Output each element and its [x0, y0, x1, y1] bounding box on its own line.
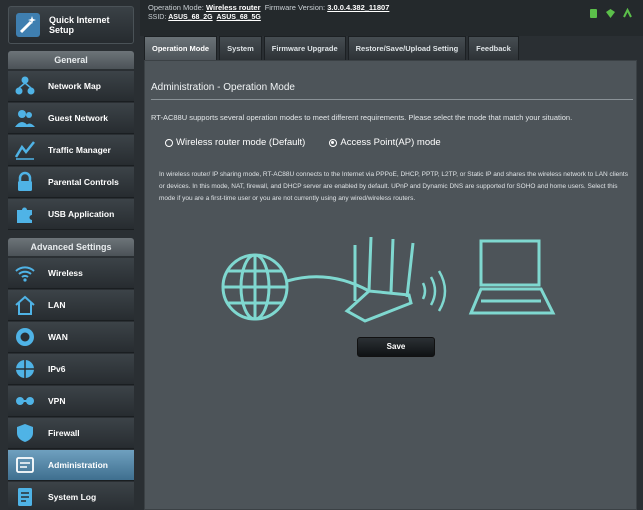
mode-access-point-radio[interactable]: Access Point(AP) mode — [329, 137, 441, 148]
sidebar-item-label: VPN — [48, 396, 66, 406]
globe-illustration-icon — [221, 253, 289, 321]
tab-restore-save-upload[interactable]: Restore/Save/Upload Setting — [347, 36, 467, 60]
sidebar: Quick Internet Setup General Network Map… — [4, 0, 136, 510]
sidebar-item-network-map[interactable]: Network Map — [8, 71, 134, 102]
radio-button-selected[interactable] — [329, 138, 338, 147]
op-mode-link[interactable]: Wireless router — [206, 3, 261, 12]
globe-icon — [16, 328, 34, 346]
page-title: Administration - Operation Mode — [151, 82, 295, 93]
wand-icon — [16, 13, 40, 37]
ssid-5g-value: ASUS_68_5G — [216, 14, 261, 21]
tab-firmware-upgrade[interactable]: Firmware Upgrade — [263, 36, 346, 60]
sidebar-item-label: Wireless — [48, 268, 83, 278]
sidebar-item-system-log[interactable]: System Log — [8, 482, 134, 510]
firmware-label: Firmware Version: — [264, 3, 326, 12]
sidebar-item-label: Network Map — [48, 81, 101, 91]
sidebar-item-label: WAN — [48, 332, 68, 342]
vpn-icon — [16, 397, 34, 405]
wifi-icon — [15, 266, 35, 282]
network-status-icon[interactable] — [605, 8, 616, 19]
sidebar-item-administration[interactable]: Administration — [8, 450, 134, 481]
header-status-icons — [588, 8, 633, 19]
usb-status-icon[interactable] — [588, 8, 599, 19]
tab-operation-mode[interactable]: Operation Mode — [144, 36, 218, 60]
sidebar-item-label: Traffic Manager — [48, 145, 111, 155]
sidebar-item-usb-application[interactable]: USB Application — [8, 199, 134, 230]
operation-mode-options: Wireless router mode (Default) Access Po… — [165, 137, 441, 148]
sidebar-item-ipv6[interactable]: IPv6 — [8, 354, 134, 385]
op-mode-label: Operation Mode: — [148, 3, 204, 12]
sidebar-item-guest-network[interactable]: Guest Network — [8, 103, 134, 134]
sidebar-item-firewall[interactable]: Firewall — [8, 418, 134, 449]
mode-explanation: In wireless router/ IP sharing mode, RT-… — [159, 171, 628, 202]
tab-system[interactable]: System — [219, 36, 262, 60]
sidebar-item-lan[interactable]: LAN — [8, 290, 134, 321]
laptop-illustration-icon — [468, 239, 556, 315]
lock-icon — [18, 171, 32, 191]
sidebar-item-wireless[interactable]: Wireless — [8, 258, 134, 289]
status-header: Operation Mode: Wireless router Firmware… — [140, 0, 643, 36]
tab-bar: Operation Mode System Firmware Upgrade R… — [144, 36, 519, 60]
quick-internet-setup-button[interactable]: Quick Internet Setup — [8, 6, 134, 44]
network-map-icon — [15, 76, 35, 95]
quick-setup-label: Quick Internet Setup — [49, 15, 110, 35]
advanced-section-header: Advanced Settings — [8, 238, 134, 256]
guest-network-icon — [15, 110, 35, 127]
ssid-status: SSID: ASUS_68_2G ASUS_68_5G — [148, 14, 261, 21]
sidebar-item-label: Guest Network — [48, 113, 108, 123]
tab-feedback[interactable]: Feedback — [468, 36, 519, 60]
firmware-link[interactable]: 3.0.0.4.382_11807 — [327, 3, 389, 12]
mode-wireless-router-radio[interactable]: Wireless router mode (Default) — [165, 137, 305, 148]
sidebar-item-parental-controls[interactable]: Parental Controls — [8, 167, 134, 198]
ipv6-icon — [16, 360, 34, 378]
save-button[interactable]: Save — [357, 337, 435, 357]
sidebar-item-wan[interactable]: WAN — [8, 322, 134, 353]
title-divider — [151, 99, 633, 100]
system-log-icon — [18, 488, 32, 506]
sidebar-item-label: USB Application — [48, 209, 115, 219]
traffic-manager-icon — [14, 141, 35, 160]
mode-label: Wireless router mode (Default) — [176, 137, 306, 148]
sidebar-item-label: IPv6 — [48, 364, 66, 374]
router-admin-window: Quick Internet Setup General Network Map… — [0, 0, 643, 510]
sidebar-item-label: Administration — [48, 460, 108, 470]
admin-icon — [16, 457, 34, 473]
mode-illustration — [221, 236, 556, 323]
globe-router-link — [286, 275, 370, 293]
wireless-waves-icon — [421, 270, 447, 312]
wireless-status-icon[interactable] — [622, 8, 633, 19]
mode-label: Access Point(AP) mode — [340, 137, 441, 148]
general-section-header: General — [8, 51, 134, 69]
sidebar-item-traffic-manager[interactable]: Traffic Manager — [8, 135, 134, 166]
operation-mode-status: Operation Mode: Wireless router Firmware… — [148, 3, 389, 12]
radio-button[interactable] — [165, 138, 173, 147]
sidebar-item-label: System Log — [48, 492, 97, 502]
router-illustration-icon — [344, 236, 415, 323]
sidebar-item-label: Parental Controls — [48, 177, 119, 187]
puzzle-icon — [17, 207, 32, 223]
page-description: RT-AC88U supports several operation mode… — [151, 113, 573, 122]
ssid-2g-value: ASUS_68_2G — [168, 14, 213, 21]
shield-icon — [17, 424, 33, 442]
sidebar-item-label: LAN — [48, 300, 66, 310]
home-icon — [15, 295, 35, 315]
ssid-label: SSID: — [148, 14, 167, 21]
sidebar-item-label: Firewall — [48, 428, 80, 438]
sidebar-item-vpn[interactable]: VPN — [8, 386, 134, 417]
main-panel: Administration - Operation Mode RT-AC88U… — [144, 60, 637, 510]
